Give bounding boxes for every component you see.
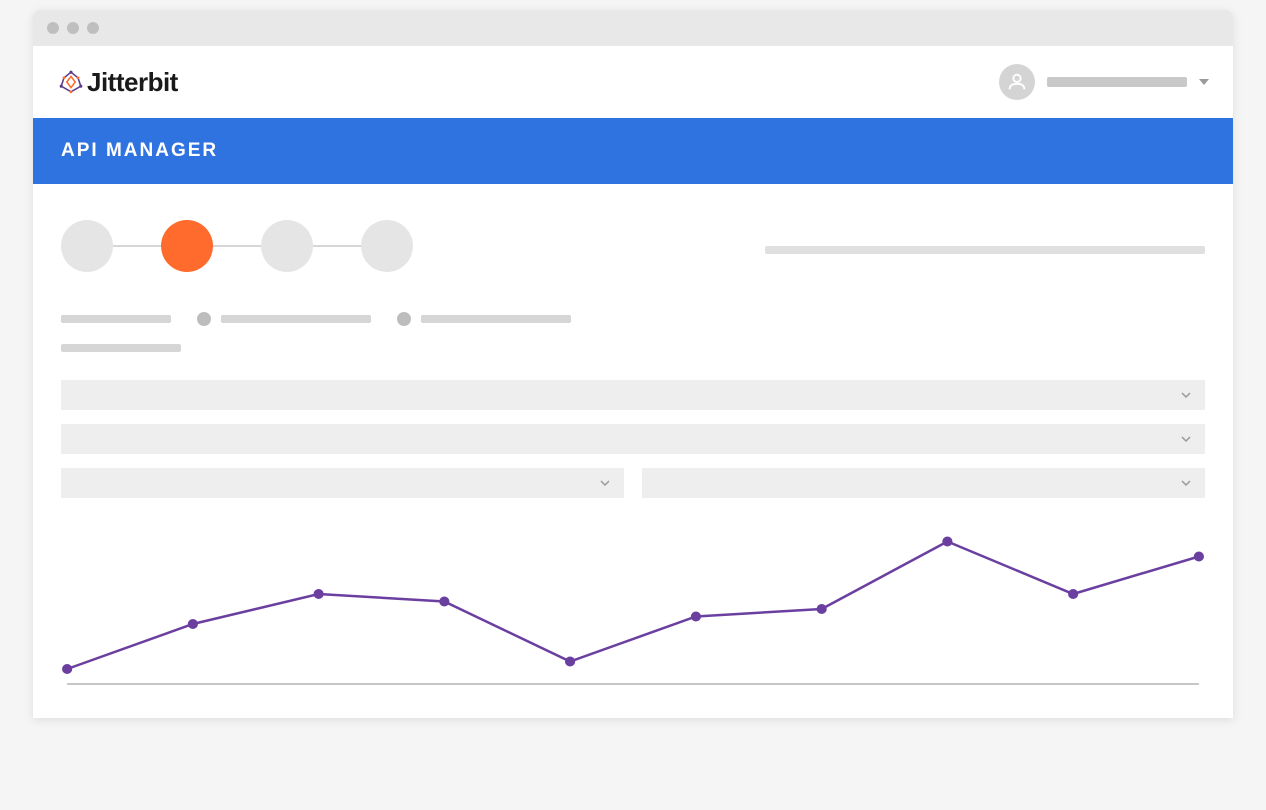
meta-placeholder [421,315,571,323]
brand-name: Jitterbit [87,67,178,98]
header-placeholder [765,246,1205,254]
chevron-down-icon [1181,436,1191,442]
avatar [999,64,1035,100]
user-name-placeholder [1047,77,1187,87]
user-icon [1006,71,1028,93]
step-connector [113,245,161,247]
brand-logo[interactable]: Jitterbit [57,67,178,98]
step-3[interactable] [261,220,313,272]
step-connector [213,245,261,247]
browser-frame: Jitterbit API MANAGER [33,10,1233,718]
bullet-icon [397,312,411,326]
browser-titlebar [33,10,1233,46]
dropdown-panel-2[interactable] [61,424,1205,454]
jitterbit-logo-icon [57,68,85,96]
dropdown-panel-3[interactable] [61,468,624,498]
meta-group [397,312,571,326]
panels [61,380,1205,498]
chevron-down-icon [1181,480,1191,486]
stepper [61,220,413,272]
meta-placeholder [61,315,171,323]
page-title-bar: API MANAGER [33,118,1233,184]
bullet-icon [197,312,211,326]
meta-placeholder [221,315,371,323]
app-header: Jitterbit [33,46,1233,118]
meta-placeholder [61,344,181,352]
chevron-down-icon [1181,392,1191,398]
content-area [33,184,1233,718]
line-chart [61,528,1205,698]
dropdown-row [61,468,1205,498]
meta-row-2 [61,344,1205,352]
chevron-down-icon [1199,79,1209,85]
chevron-down-icon [600,480,610,486]
window-minimize-icon[interactable] [67,22,79,34]
top-row [61,220,1205,272]
step-1[interactable] [61,220,113,272]
page-title: API MANAGER [61,140,1205,162]
window-maximize-icon[interactable] [87,22,99,34]
window-close-icon[interactable] [47,22,59,34]
user-menu[interactable] [999,64,1209,100]
dropdown-panel-1[interactable] [61,380,1205,410]
meta-row-1 [61,312,1205,326]
dropdown-panel-4[interactable] [642,468,1205,498]
step-connector [313,245,361,247]
step-2[interactable] [161,220,213,272]
meta-group [197,312,371,326]
step-4[interactable] [361,220,413,272]
app-window: Jitterbit API MANAGER [33,46,1233,718]
